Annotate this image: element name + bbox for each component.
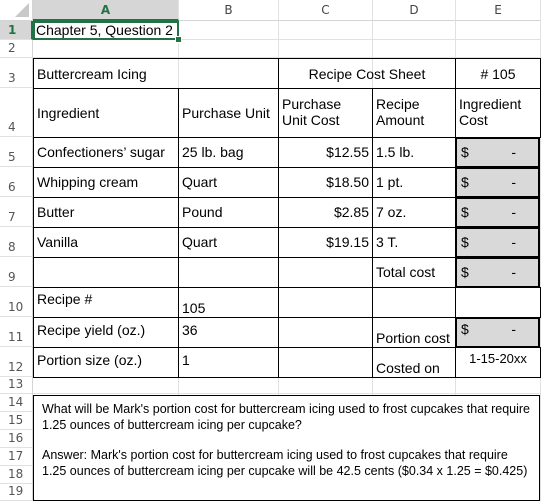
portion-cost-label-cell[interactable]: Portion cost — [372, 317, 456, 348]
portion-cost-cell[interactable]: $ - — [455, 317, 540, 348]
purchase-unit-cell[interactable]: Pound — [178, 197, 279, 228]
costed-on-value-cell[interactable]: 1-15-20xx — [455, 347, 541, 378]
row-header-11[interactable]: 11 — [0, 317, 33, 347]
currency-symbol: $ — [461, 174, 469, 190]
cost-value: - — [511, 264, 516, 280]
header-line: Cost — [459, 112, 488, 128]
cost-value: - — [511, 144, 516, 160]
column-header-d[interactable]: D — [373, 0, 456, 21]
select-all-corner[interactable] — [0, 0, 33, 21]
recipe-amount-cell[interactable]: 1 pt. — [372, 167, 456, 198]
column-header-c[interactable]: C — [279, 0, 373, 21]
empty-cell[interactable] — [455, 287, 541, 318]
recipe-amount-cell[interactable]: 3 T. — [372, 227, 456, 258]
recipe-amount-cell[interactable]: 7 oz. — [372, 197, 456, 228]
row-header-16[interactable]: 16 — [0, 430, 33, 448]
ingredient-cost-cell[interactable]: $ - — [455, 167, 540, 198]
portion-size-value-cell[interactable]: 1 — [178, 347, 279, 378]
active-cell-outline — [33, 21, 179, 40]
portion-size-label-cell[interactable]: Portion size (oz.) — [33, 347, 179, 378]
costed-on-label-cell[interactable]: Costed on — [372, 347, 456, 378]
recipe-amount-header-cell[interactable]: Recipe Amount — [372, 88, 456, 138]
cost-value: - — [511, 204, 516, 220]
recipe-name-cell[interactable]: Buttercream Icing — [33, 58, 279, 89]
row-header-14[interactable]: 14 — [0, 394, 33, 412]
ingredient-cost-cell[interactable]: $ - — [455, 227, 540, 258]
row-header-7[interactable]: 7 — [0, 197, 33, 227]
row-header-17[interactable]: 17 — [0, 448, 33, 466]
header-line: Purchase — [282, 96, 342, 112]
header-line: Unit Cost — [282, 112, 340, 128]
recipe-number-header-cell[interactable]: # 105 — [455, 58, 541, 89]
ingredient-cost-cell[interactable]: $ - — [455, 197, 540, 228]
total-cost-label-cell[interactable]: Total cost — [372, 257, 456, 288]
question-text: What will be Mark's portion cost for but… — [42, 402, 531, 432]
cost-value: - — [511, 321, 516, 337]
row-header-19[interactable]: 19 — [0, 484, 33, 501]
empty-cell[interactable] — [278, 317, 373, 348]
unit-cost-cell[interactable]: $19.15 — [278, 227, 373, 258]
empty-cell[interactable] — [278, 257, 373, 288]
sheet-title-cell[interactable]: Recipe Cost Sheet — [278, 58, 456, 89]
row-header-12[interactable]: 12 — [0, 347, 33, 377]
column-header-b[interactable]: B — [179, 0, 279, 21]
recipe-number-value-cell[interactable]: 105 — [178, 287, 279, 318]
purchase-unit-cell[interactable]: Quart — [178, 227, 279, 258]
ingredient-name-cell[interactable]: Butter — [33, 197, 179, 228]
empty-cell[interactable] — [278, 287, 373, 318]
unit-cost-cell[interactable]: $12.55 — [278, 137, 373, 168]
header-line: Ingredient — [459, 96, 522, 112]
recipe-number-label-cell[interactable]: Recipe # — [33, 287, 179, 318]
recipe-yield-label-cell[interactable]: Recipe yield (oz.) — [33, 317, 179, 348]
purchase-unit-cost-header-cell[interactable]: Purchase Unit Cost — [278, 88, 373, 138]
row-header-4[interactable]: 4 — [0, 88, 33, 137]
row-header-6[interactable]: 6 — [0, 167, 33, 197]
empty-cell[interactable] — [178, 257, 279, 288]
purchase-unit-cell[interactable]: Quart — [178, 167, 279, 198]
total-cost-cell[interactable]: $ - — [455, 257, 540, 288]
row-header-15[interactable]: 15 — [0, 412, 33, 430]
ingredient-name-cell[interactable]: Whipping cream — [33, 167, 179, 198]
question-answer-textbox[interactable]: What will be Mark's portion cost for but… — [33, 395, 540, 501]
unit-cost-cell[interactable]: $18.50 — [278, 167, 373, 198]
purchase-unit-cell[interactable]: 25 lb. bag — [178, 137, 279, 168]
ingredient-cost-header-cell[interactable]: Ingredient Cost — [455, 88, 541, 138]
row-header-3[interactable]: 3 — [0, 58, 33, 88]
row-header-9[interactable]: 9 — [0, 257, 33, 287]
row-header-2[interactable]: 2 — [0, 40, 33, 58]
header-line: Amount — [376, 112, 425, 128]
answer-text: Answer: Mark's portion cost for buttercr… — [42, 448, 528, 478]
cost-value: - — [511, 174, 516, 190]
recipe-amount-cell[interactable]: 1.5 lb. — [372, 137, 456, 168]
cost-value: - — [511, 234, 516, 250]
fill-handle[interactable] — [175, 36, 182, 43]
row-header-8[interactable]: 8 — [0, 227, 33, 257]
ingredient-name-cell[interactable]: Vanilla — [33, 227, 179, 258]
empty-cell[interactable] — [278, 347, 373, 378]
row-header-5[interactable]: 5 — [0, 137, 33, 167]
header-line: Recipe — [376, 96, 420, 112]
ingredient-cost-cell[interactable]: $ - — [455, 137, 540, 168]
currency-symbol: $ — [461, 264, 469, 280]
ingredient-header-cell[interactable]: Ingredient — [33, 88, 179, 138]
empty-cell[interactable] — [372, 287, 456, 318]
column-header-e[interactable]: E — [456, 0, 541, 21]
recipe-yield-value-cell[interactable]: 36 — [178, 317, 279, 348]
gridline — [33, 393, 541, 394]
ingredient-name-cell[interactable]: Confectioners’ sugar — [33, 137, 179, 168]
currency-symbol: $ — [461, 204, 469, 220]
row-header-10[interactable]: 10 — [0, 287, 33, 317]
row-header-13[interactable]: 13 — [0, 377, 33, 394]
row-header-1[interactable]: 1 — [0, 21, 33, 40]
empty-cell[interactable] — [33, 257, 179, 288]
purchase-unit-header-cell[interactable]: Purchase Unit — [178, 88, 279, 138]
currency-symbol: $ — [461, 321, 469, 337]
unit-cost-cell[interactable]: $2.85 — [278, 197, 373, 228]
row-header-18[interactable]: 18 — [0, 466, 33, 484]
currency-symbol: $ — [461, 234, 469, 250]
column-header-a[interactable]: A — [33, 0, 179, 21]
currency-symbol: $ — [461, 144, 469, 160]
